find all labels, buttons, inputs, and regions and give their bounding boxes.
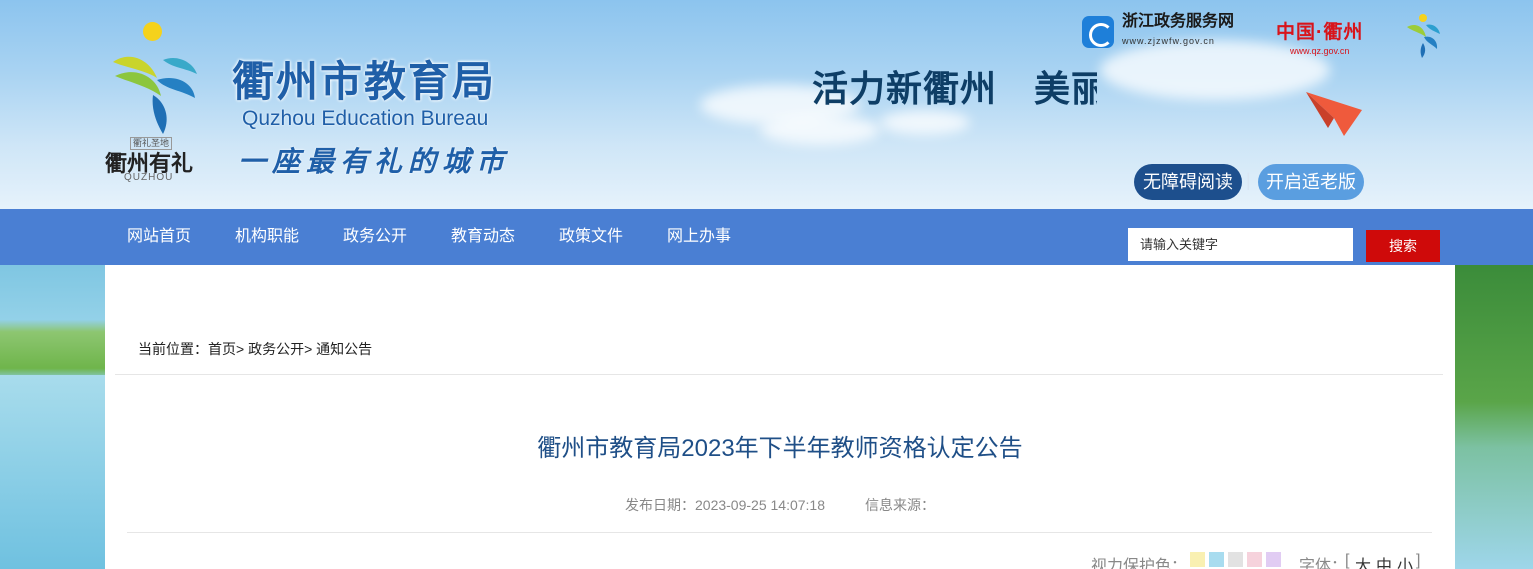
search-button[interactable]: 搜索 [1366,230,1440,262]
nav-item-gov-affairs[interactable]: 政务公开 [343,209,407,265]
zgqz-url: www.qz.gov.cn [1289,46,1350,56]
search-input[interactable] [1128,228,1353,261]
logo-seal-en-text: QUZHOU [124,172,174,183]
eye-color-swatch[interactable] [1247,552,1262,567]
header-banner: 衢礼圣地 衢州有礼 QUZHOU 衢州市教育局 Quzhou Education… [0,0,1533,209]
zjzw-link[interactable]: 浙江政务服务网 www.zjzwfw.gov.cn [1082,13,1235,48]
banner-motto: 活力新衢州 美丽大花园 [812,68,1097,110]
zjzw-text: 浙江政务服务网 www.zjzwfw.gov.cn [1122,13,1235,48]
article-title: 衢州市教育局2023年下半年教师资格认定公告 [537,435,1023,462]
article-meta: 发布日期：2023-09-25 14:07:18 信息来源： [105,495,1455,515]
content-panel [105,265,1455,569]
divider [115,374,1443,375]
zgqz-name: 中国·衢州 [1276,22,1364,43]
accessibility-reading-button[interactable]: 无障碍阅读 [1134,164,1242,200]
nav-item-policies[interactable]: 政策文件 [559,209,623,265]
font-bracket-close: ] [1416,552,1421,569]
zjzw-logo-icon [1082,15,1114,48]
elder-mode-button[interactable]: 开启适老版 [1258,164,1364,200]
nav-item-online-services[interactable]: 网上办事 [667,209,731,265]
eye-color-swatch[interactable] [1190,552,1205,567]
breadcrumb-label: 当前位置： [138,341,208,357]
font-size-small[interactable]: 小 [1397,552,1413,569]
cloud-decoration [880,110,970,135]
site-subtitle-en: Quzhou Education Bureau [242,107,489,130]
publish-date: 2023-09-25 14:07:18 [695,497,825,513]
site-title: 衢州市教育局 [232,57,497,106]
breadcrumb-notices[interactable]: 通知公告 [316,341,372,357]
font-size-large[interactable]: 大 [1355,552,1371,569]
breadcrumb-home[interactable]: 首页> [208,341,244,357]
font-bracket-open: [ [1345,552,1350,569]
publish-date-label: 发布日期： [625,497,695,513]
left-scenery-water [0,375,105,569]
nav-item-edu-news[interactable]: 教育动态 [451,209,515,265]
zjzw-name: 浙江政务服务网 [1122,13,1235,30]
eye-protection-label: 视力保护色： [1091,558,1188,569]
nav-item-functions[interactable]: 机构职能 [235,209,299,265]
source-label: 信息来源： [865,497,935,513]
button-separator: | [1246,170,1251,190]
font-size-label: 字体： [1299,558,1348,569]
right-scenery [1455,265,1533,569]
nav-item-home[interactable]: 网站首页 [127,209,191,265]
site-slogan: 一座最有礼的城市 [238,145,511,178]
eye-color-swatch[interactable] [1228,552,1243,567]
zgqz-link[interactable]: 中国·衢州 www.qz.gov.cn [1276,17,1363,56]
eye-color-swatch[interactable] [1266,552,1281,567]
cloud-decoration [760,115,880,145]
font-size-medium[interactable]: 中 [1376,552,1392,569]
small-quzhou-logo-icon [1407,14,1440,58]
logo-sun-icon [143,22,162,41]
quzhou-logo-icon [113,56,197,134]
breadcrumb-gov-affairs[interactable]: 政务公开> [248,341,312,357]
breadcrumb: 当前位置：首页> 政务公开> 通知公告 [138,339,372,359]
eye-color-swatch[interactable] [1209,552,1224,567]
divider [127,532,1432,533]
paper-plane-icon [1306,92,1362,136]
zjzw-url: www.zjzwfw.gov.cn [1122,36,1215,46]
